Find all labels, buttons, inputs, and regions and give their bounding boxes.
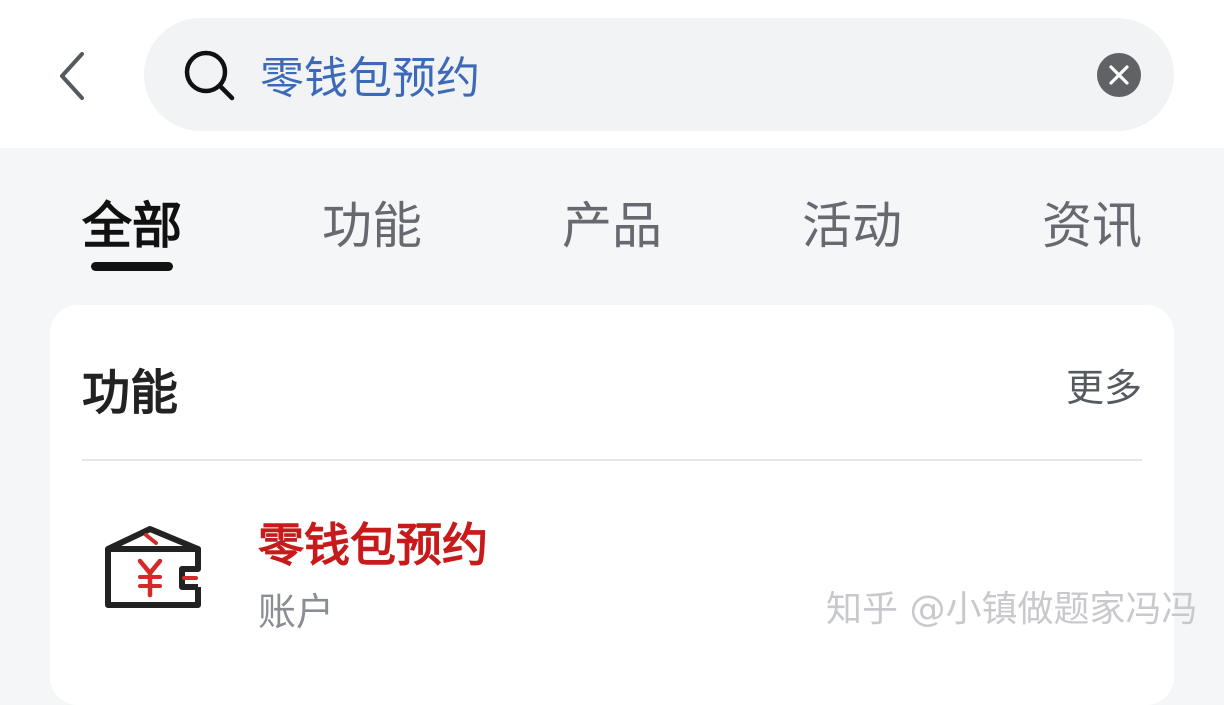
back-button[interactable] bbox=[42, 44, 102, 108]
tab-products[interactable]: 产品 bbox=[562, 186, 662, 258]
divider bbox=[82, 459, 1142, 461]
wallet-yuan-icon bbox=[105, 526, 201, 608]
category-tabs: 全部 功能 产品 活动 资讯 bbox=[0, 148, 1224, 298]
section-title: 功能 bbox=[82, 365, 179, 421]
clear-search-button[interactable] bbox=[1097, 53, 1141, 97]
functions-card: 功能 更多 零钱包预约 账户 bbox=[50, 305, 1174, 705]
tab-functions[interactable]: 功能 bbox=[322, 186, 422, 258]
search-icon bbox=[184, 50, 235, 101]
tab-activities[interactable]: 活动 bbox=[802, 186, 902, 258]
tab-all[interactable]: 全部 bbox=[82, 186, 182, 258]
watermark: 知乎 @小镇做题家冯冯 bbox=[826, 589, 1198, 630]
more-button[interactable]: 更多 bbox=[1066, 357, 1142, 412]
result-subtitle: 账户 bbox=[258, 590, 335, 634]
result-title: 零钱包预约 bbox=[258, 518, 488, 572]
close-icon bbox=[1109, 65, 1129, 85]
chevron-left-icon bbox=[60, 52, 84, 100]
tab-news[interactable]: 资讯 bbox=[1042, 186, 1142, 258]
search-input[interactable] bbox=[260, 38, 1060, 110]
top-bar bbox=[0, 0, 1224, 148]
search-bar[interactable] bbox=[144, 18, 1174, 131]
active-tab-indicator bbox=[91, 262, 173, 271]
